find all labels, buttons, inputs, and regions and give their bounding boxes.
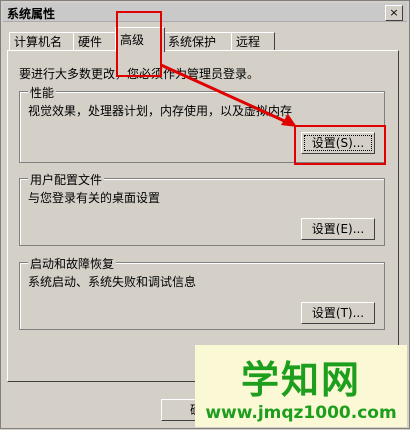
watermark-title: 学知网 [240,358,361,402]
watermark-url: www.jmqz1000.com [205,403,397,423]
system-properties-window: 系统属性 × 计算机名 硬件 高级 系统保护 远程 要进行大多数更改，您必须作为… [0,0,410,429]
watermark: 学知网 www.jmqz1000.com [195,345,407,427]
